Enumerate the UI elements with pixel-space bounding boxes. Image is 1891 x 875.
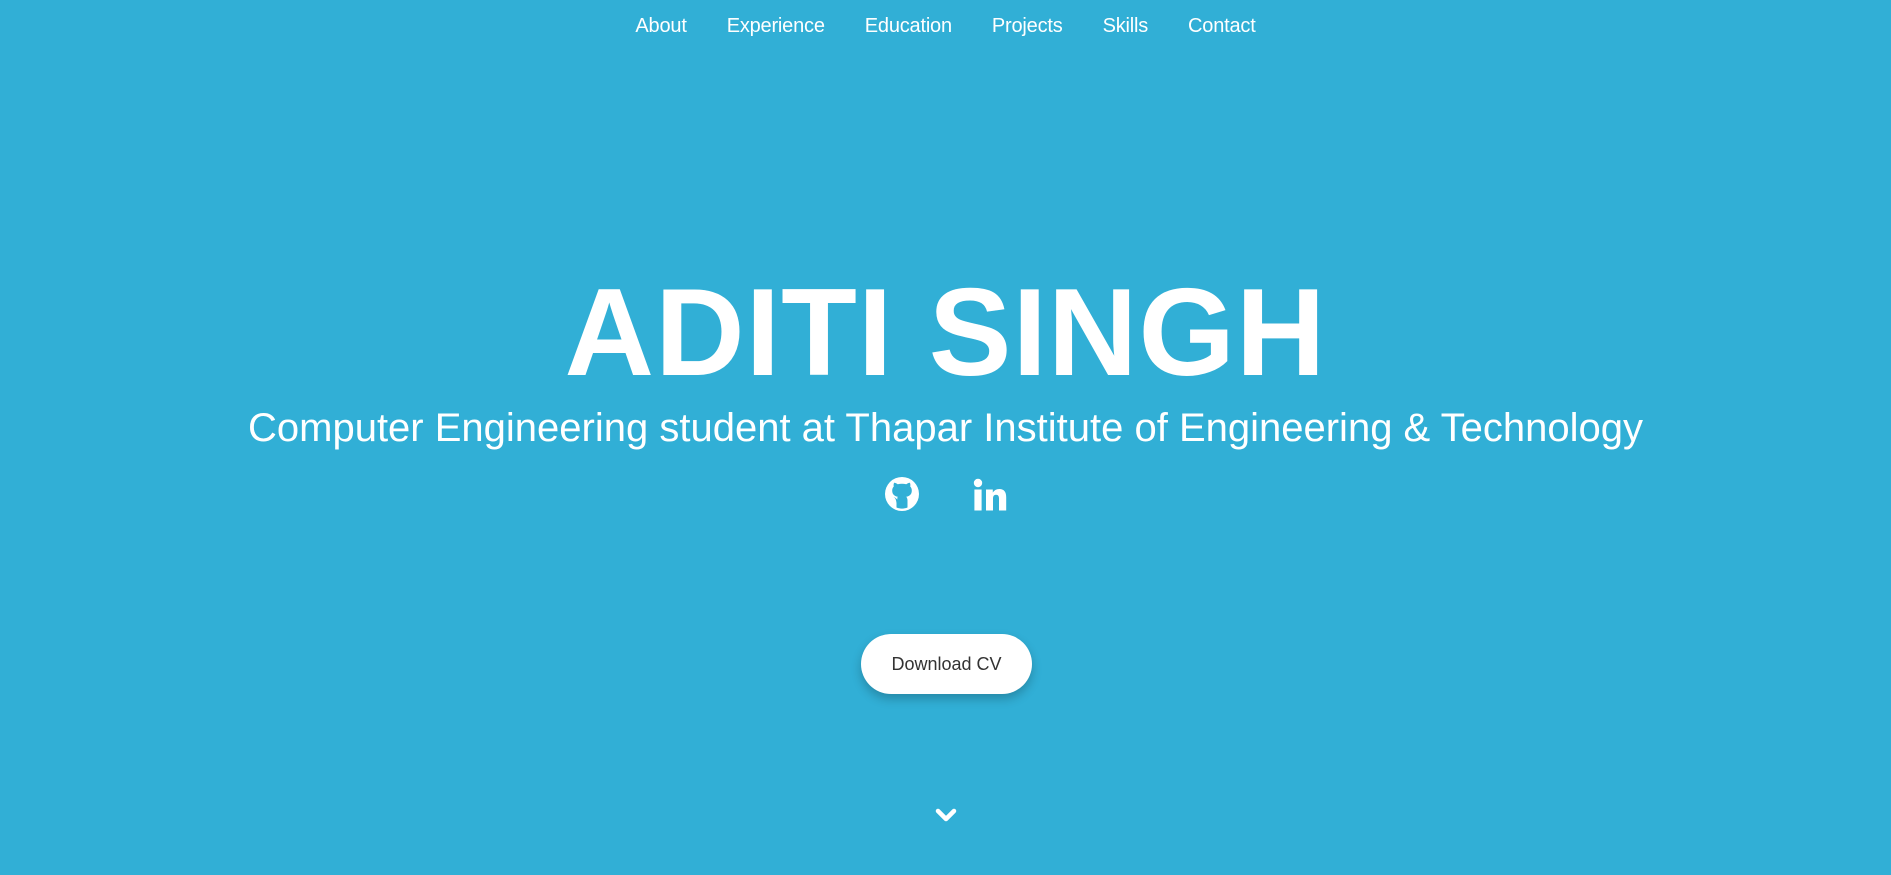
github-icon (884, 477, 919, 511)
linkedin-link[interactable] (970, 472, 1010, 516)
linkedin-icon (973, 478, 1006, 511)
nav-link-about[interactable]: About (635, 15, 686, 38)
nav-link-experience[interactable]: Experience (727, 15, 825, 38)
social-links (0, 472, 1891, 516)
scroll-down-button[interactable] (933, 802, 959, 828)
chevron-down-icon (935, 808, 957, 822)
nav-link-projects[interactable]: Projects (992, 15, 1063, 38)
download-cv-button[interactable]: Download CV (861, 634, 1032, 694)
hero-subtitle: Computer Engineering student at Thapar I… (248, 406, 1643, 450)
github-link[interactable] (882, 472, 922, 516)
nav-link-skills[interactable]: Skills (1103, 15, 1149, 38)
nav-link-contact[interactable]: Contact (1188, 15, 1256, 38)
nav-link-education[interactable]: Education (865, 15, 952, 38)
hero-name: ADITI SINGH (564, 264, 1327, 402)
top-navigation: About Experience Education Projects Skil… (0, 0, 1891, 52)
